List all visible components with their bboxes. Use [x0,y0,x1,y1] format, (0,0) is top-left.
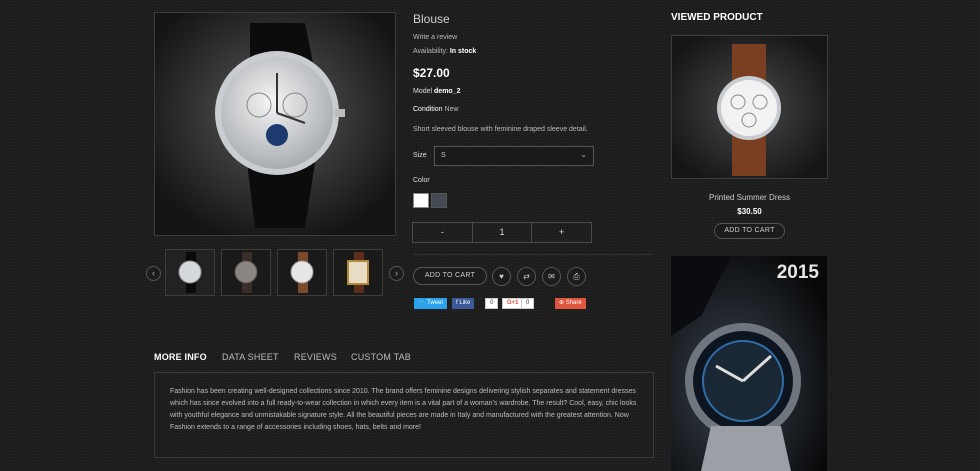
availability: Availability: In stock [413,48,476,55]
facebook-like-button[interactable]: f Like [452,298,475,309]
size-select-value: S [441,152,446,159]
availability-value: In stock [449,48,477,55]
model-label: Model [413,88,433,95]
color-swatch-white[interactable] [413,193,429,208]
banner-year: 2015 [776,262,819,283]
tab-content-panel: Fashion has been creating well-designed … [154,372,654,458]
more-info-text: Fashion has been creating well-designed … [170,388,637,431]
tweet-button[interactable]: 🐦 Tweet [414,298,448,309]
tab-reviews[interactable]: REVIEWS [294,352,337,362]
compare-icon[interactable]: ⇄ [517,267,536,286]
thumbnails-prev-button[interactable]: ‹ [146,266,161,281]
color-swatch-gray[interactable] [431,193,447,208]
viewed-product-image[interactable] [671,35,828,179]
viewed-watch-image [672,36,827,178]
viewed-add-to-cart-button[interactable]: ADD TO CART [714,223,785,239]
quantity-stepper: - 1 + [412,222,592,243]
color-label: Color [413,177,430,184]
condition-value: New [444,106,459,113]
viewed-product-heading: VIEWED PRODUCT [671,12,763,23]
size-select[interactable]: S ⌄ [434,146,594,166]
size-label: Size [413,152,427,159]
qty-plus-button[interactable]: + [532,223,591,242]
model: Model demo_2 [413,88,461,95]
tab-custom-tab[interactable]: CUSTOM TAB [351,352,411,362]
gplus-count: 0 [521,298,535,309]
thumbnail-1[interactable] [165,249,215,296]
divider [413,254,653,255]
watch-image [155,13,395,235]
product-title: Blouse [413,12,450,26]
mail-icon[interactable]: ✉ [542,267,561,286]
short-description: Short sleeved blouse with feminine drape… [413,126,588,133]
viewed-product-price: $30.50 [737,207,762,216]
thumbnail-2[interactable] [221,249,271,296]
qty-minus-button[interactable]: - [413,223,473,242]
banner-watch-image [671,256,827,471]
pinterest-share-button[interactable]: ⊕ Share [555,298,586,309]
like-count: 0 [485,298,499,309]
tab-data-sheet[interactable]: DATA SHEET [222,352,279,362]
chevron-down-icon: ⌄ [580,150,587,159]
like-label: Like [459,300,471,306]
thumbnail-3[interactable] [277,249,327,296]
tweet-label: Tweet [427,300,444,306]
add-to-cart-button[interactable]: ADD TO CART [413,267,487,285]
model-value: demo_2 [434,88,461,95]
thumbnails-next-button[interactable]: › [389,266,404,281]
main-product-image[interactable] [154,12,396,236]
heart-icon[interactable]: ♥ [492,267,511,286]
promo-banner[interactable]: 2015 [671,256,827,471]
tab-more-info[interactable]: MORE INFO [154,352,207,362]
write-review-link[interactable]: Write a review [413,34,457,41]
availability-label: Availability: [413,48,448,55]
viewed-product-name[interactable]: Printed Summer Dress [671,193,828,202]
print-icon[interactable]: ⎙ [567,267,586,286]
condition-label: Condition [413,106,443,113]
qty-input[interactable]: 1 [473,223,533,242]
condition: Condition New [413,106,459,113]
thumbnail-4[interactable] [333,249,383,296]
product-price: $27.00 [413,66,450,80]
share-label: Share [565,300,582,306]
